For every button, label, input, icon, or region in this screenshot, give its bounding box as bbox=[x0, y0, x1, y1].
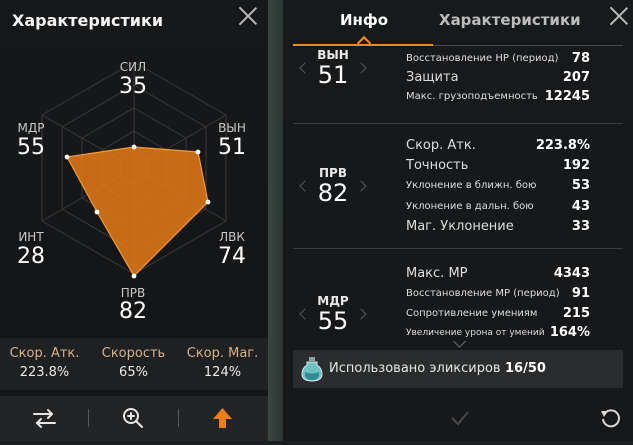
stat-value-prv: 82 bbox=[119, 299, 147, 324]
stat-label-vyn: ВЫН bbox=[218, 121, 246, 135]
panel-gap bbox=[268, 0, 283, 441]
elixir-count: 16/50 bbox=[505, 361, 546, 376]
stat-label-int: ИНТ bbox=[18, 230, 44, 244]
section-divider bbox=[293, 123, 623, 124]
panel-title: Характеристики bbox=[12, 11, 164, 30]
section-divider bbox=[293, 248, 623, 249]
stat-value-mdr: 55 bbox=[17, 135, 45, 160]
arrow-up-icon[interactable] bbox=[178, 396, 267, 441]
stats-radar-panel: Характеристики СИЛ 35 ВЫН 51 ЛВК 74 ПРВ … bbox=[0, 0, 268, 441]
right-bottom-bar bbox=[283, 396, 633, 441]
stat-value-lvk: 74 bbox=[218, 244, 246, 269]
close-icon[interactable] bbox=[238, 6, 258, 26]
stat-value-vyn: 51 bbox=[218, 135, 246, 160]
stat-value-int: 28 bbox=[17, 244, 45, 269]
elixir-usage-bar: Использовано эликсиров 16/50 bbox=[293, 350, 623, 388]
checkmark-icon[interactable] bbox=[449, 408, 471, 428]
section-mdr: МДР 55 Макс. МР 4343 Восстановление МР (… bbox=[293, 254, 623, 344]
stat-label-sil: СИЛ bbox=[119, 60, 147, 74]
stats-detail-panel: Инфо Характеристики ВЫН 51 Восстановлени… bbox=[283, 0, 633, 441]
reset-icon[interactable] bbox=[599, 406, 623, 430]
tab-info[interactable]: Инфо bbox=[340, 11, 388, 29]
stat-label-mdr: МДР bbox=[17, 121, 45, 135]
tab-characteristics[interactable]: Характеристики bbox=[439, 11, 581, 29]
move-speed-stat: Скорость 65% bbox=[101, 346, 166, 380]
attack-speed-stat: Скор. Атк. 223.8% bbox=[9, 346, 80, 380]
stat-value-sil: 35 bbox=[119, 74, 147, 99]
section-vyn: ВЫН 51 Восстановление HP (период) 78 Защ… bbox=[293, 48, 623, 122]
cast-speed-stat: Скор. Маг. 124% bbox=[186, 346, 259, 380]
radar-stat-polygon bbox=[66, 146, 209, 277]
section-prv: ПРВ 82 Скор. Атк. 223.8% Точность 192 Ук… bbox=[293, 128, 623, 244]
tab-bar-line bbox=[433, 45, 623, 46]
radar-chart: СИЛ 35 ВЫН 51 ЛВК 74 ПРВ 82 ИНТ 28 МДР 5… bbox=[0, 44, 268, 334]
close-icon[interactable] bbox=[609, 6, 629, 26]
swap-arrows-icon[interactable] bbox=[0, 396, 89, 441]
zoom-in-icon[interactable] bbox=[89, 396, 178, 441]
stat-label-lvk: ЛВК bbox=[219, 230, 245, 244]
left-toolbar bbox=[0, 396, 268, 441]
stat-label-prv: ПРВ bbox=[120, 286, 146, 300]
elixir-label: Использовано эликсиров bbox=[329, 361, 501, 376]
derived-stats-bar: Скор. Атк. 223.8% Скорость 65% Скор. Маг… bbox=[0, 338, 268, 390]
elixir-bottle-icon bbox=[301, 357, 323, 382]
